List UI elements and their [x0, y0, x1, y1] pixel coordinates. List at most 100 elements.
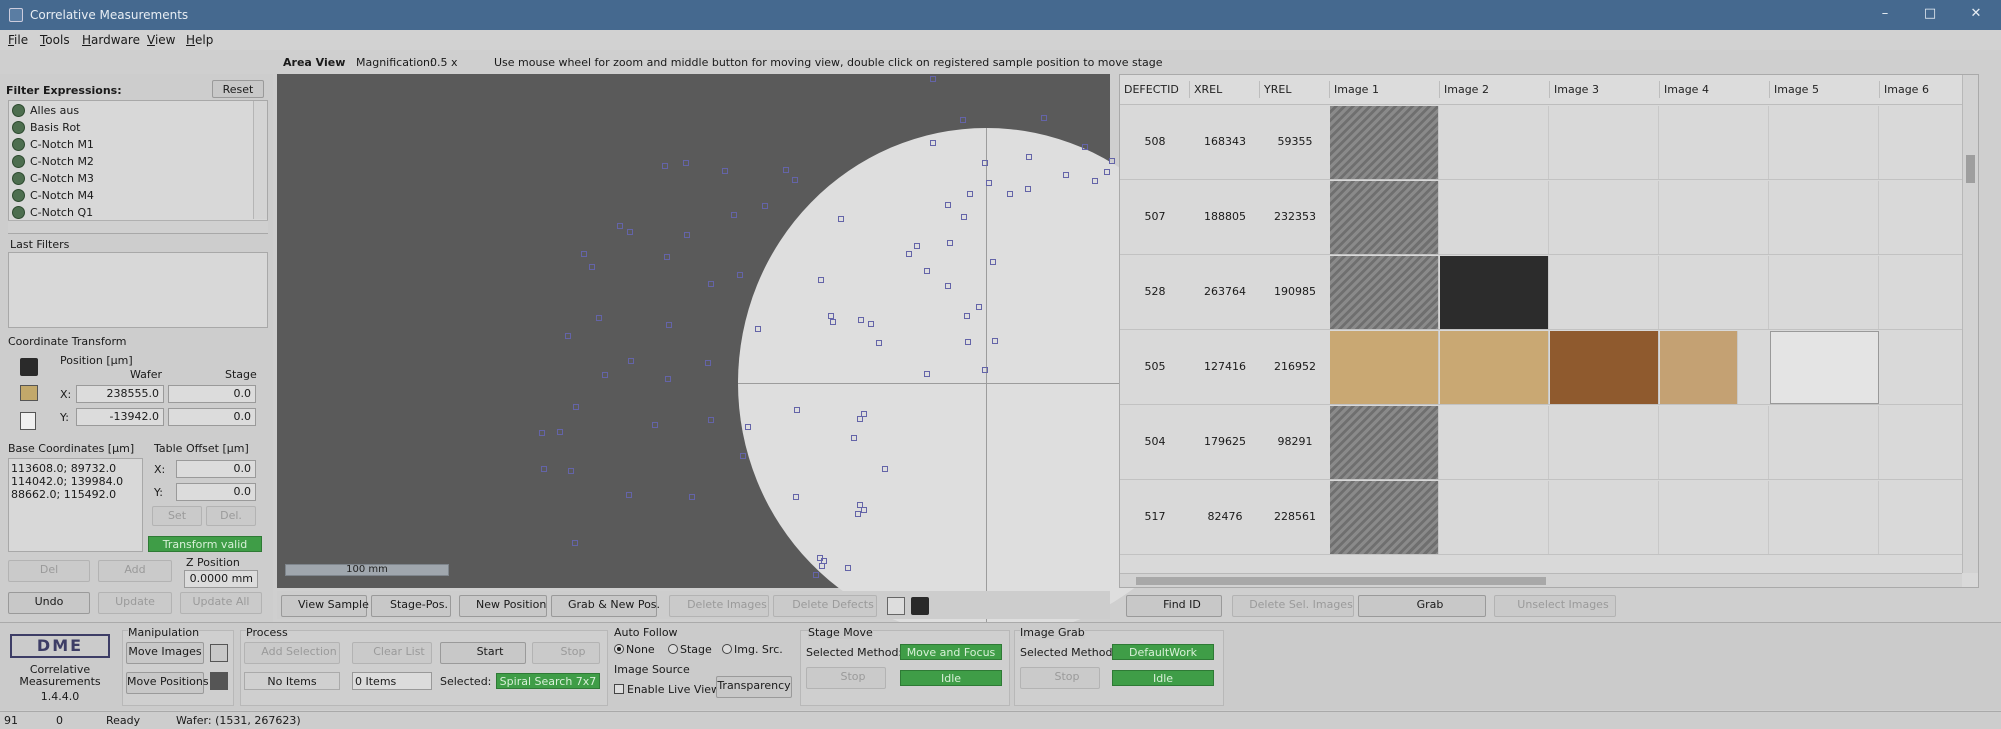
defect-marker[interactable]	[982, 366, 988, 373]
filter-item[interactable]: Alles aus	[10, 102, 260, 119]
defect-marker[interactable]	[882, 465, 888, 472]
defect-marker[interactable]	[627, 228, 633, 235]
defect-marker[interactable]	[945, 282, 951, 289]
defect-image-thumbnail[interactable]	[1330, 106, 1439, 179]
defect-marker[interactable]	[967, 191, 973, 197]
defect-marker[interactable]	[1007, 191, 1013, 197]
defect-marker[interactable]	[568, 468, 574, 475]
filter-item[interactable]: Basis Rot	[10, 119, 260, 136]
grid-column-header[interactable]: Image 6	[1880, 81, 1966, 98]
filter-list-hscrollbar[interactable]	[8, 220, 268, 233]
menu-tools[interactable]: Tools	[40, 33, 70, 47]
menu-hardware[interactable]: Hardware	[82, 33, 140, 47]
defect-marker[interactable]	[1104, 169, 1110, 176]
clear-list-button[interactable]: Clear List	[352, 642, 432, 664]
defect-marker[interactable]	[961, 213, 967, 220]
defect-marker[interactable]	[572, 540, 578, 547]
defect-marker[interactable]	[838, 216, 844, 223]
defect-marker[interactable]	[573, 404, 579, 411]
defect-image-thumbnail[interactable]	[1330, 406, 1439, 479]
defect-marker[interactable]	[947, 239, 953, 246]
defect-marker[interactable]	[858, 317, 864, 323]
defect-marker[interactable]	[930, 139, 936, 146]
filter-item[interactable]: C-Notch M2	[10, 153, 260, 170]
defect-image-thumbnail[interactable]	[1330, 181, 1439, 254]
offset-x-field[interactable]: 0.0	[176, 460, 256, 478]
defect-marker[interactable]	[626, 491, 632, 498]
defect-marker[interactable]	[906, 251, 912, 258]
base-coord-item[interactable]: 114042.0; 139984.0	[11, 475, 123, 488]
defect-marker[interactable]	[539, 429, 545, 436]
stop-button[interactable]: Stop	[532, 642, 600, 664]
grid-column-header[interactable]: YREL	[1260, 81, 1330, 98]
defect-image-thumbnail[interactable]	[1770, 331, 1879, 404]
z-position-field[interactable]: 0.0000 mm	[184, 570, 258, 588]
defect-marker[interactable]	[818, 276, 824, 283]
defect-marker[interactable]	[683, 160, 689, 167]
defect-image-thumbnail[interactable]	[1550, 106, 1659, 179]
defect-image-thumbnail[interactable]	[1440, 181, 1549, 254]
defect-marker[interactable]	[589, 263, 595, 270]
x-wafer-field[interactable]: 238555.0	[76, 385, 164, 403]
defect-image-thumbnail[interactable]	[1770, 106, 1879, 179]
settings-icon[interactable]	[210, 644, 228, 662]
enable-live-view-checkbox[interactable]: Enable Live View	[614, 683, 720, 696]
defect-marker[interactable]	[845, 564, 851, 571]
defect-image-thumbnail[interactable]	[1440, 331, 1549, 404]
delete-sel-images-button[interactable]: Delete Sel. Images	[1232, 595, 1354, 617]
move-positions-button[interactable]: Move Positions	[126, 672, 209, 694]
export-icon[interactable]	[887, 597, 905, 615]
defect-marker[interactable]	[851, 434, 857, 441]
delete-base-button[interactable]: Del	[8, 560, 90, 582]
defect-grid[interactable]: DEFECTID XREL YREL Image 1 Image 2 Image 3 Ima…	[1119, 74, 1979, 588]
auto-follow-none-radio[interactable]: None	[614, 643, 655, 656]
defect-marker[interactable]	[986, 180, 992, 187]
reset-button[interactable]: Reset	[212, 80, 264, 98]
menu-help[interactable]: Help	[186, 33, 213, 47]
defect-marker[interactable]	[992, 337, 998, 344]
defect-marker[interactable]	[722, 167, 728, 174]
defect-image-thumbnail[interactable]	[1440, 481, 1549, 554]
grid-column-header[interactable]: XREL	[1190, 81, 1260, 98]
grid-column-header[interactable]: Image 3	[1550, 81, 1660, 98]
stage-pos-button[interactable]: Stage-Pos.	[371, 595, 451, 617]
transparency-button[interactable]: Transparency	[716, 676, 792, 698]
y-stage-field[interactable]: 0.0	[168, 408, 256, 426]
defect-marker[interactable]	[813, 571, 819, 578]
add-selection-button[interactable]: Add Selection	[244, 642, 340, 664]
defect-image-thumbnail[interactable]	[1770, 406, 1879, 479]
minimize-icon[interactable]: –	[1876, 6, 1894, 24]
defect-marker[interactable]	[602, 371, 608, 378]
update-all-button[interactable]: Update All	[180, 592, 262, 614]
defect-marker[interactable]	[705, 360, 711, 367]
unselect-images-button[interactable]: Unselect Images	[1494, 595, 1616, 617]
defect-image-thumbnail[interactable]	[1770, 181, 1879, 254]
filter-item[interactable]: C-Notch M4	[10, 187, 260, 204]
base-coord-item[interactable]: 113608.0; 89732.0	[11, 462, 116, 475]
defect-marker[interactable]	[731, 211, 737, 218]
defect-marker[interactable]	[662, 163, 668, 170]
view-sample-button[interactable]: View Sample	[281, 595, 369, 617]
defect-marker[interactable]	[617, 222, 623, 229]
add-base-button[interactable]: Add	[98, 560, 172, 582]
defect-marker[interactable]	[792, 176, 798, 183]
defect-marker[interactable]	[1025, 185, 1031, 192]
close-icon[interactable]: ✕	[1967, 6, 1985, 24]
defect-marker[interactable]	[708, 416, 714, 423]
defect-image-thumbnail[interactable]	[1550, 256, 1659, 329]
defect-marker[interactable]	[1082, 144, 1088, 151]
defect-marker[interactable]	[990, 259, 996, 266]
delete-defects-button[interactable]: Delete Defects	[773, 595, 877, 617]
defect-marker[interactable]	[794, 407, 800, 413]
defect-marker[interactable]	[652, 422, 658, 429]
defect-image-thumbnail[interactable]	[1440, 256, 1549, 329]
defect-marker[interactable]	[665, 376, 671, 383]
move-images-button[interactable]: Move Images	[126, 642, 204, 664]
items-count-field[interactable]: 0 Items	[352, 672, 432, 690]
menu-view[interactable]: View	[147, 33, 175, 47]
defect-image-thumbnail[interactable]	[1660, 331, 1738, 404]
defect-marker[interactable]	[857, 416, 863, 422]
new-position-button[interactable]: New Position	[459, 595, 547, 617]
grab-new-pos-button[interactable]: Grab & New Pos.	[551, 595, 660, 617]
grid-column-header[interactable]: Image 2	[1440, 81, 1550, 98]
